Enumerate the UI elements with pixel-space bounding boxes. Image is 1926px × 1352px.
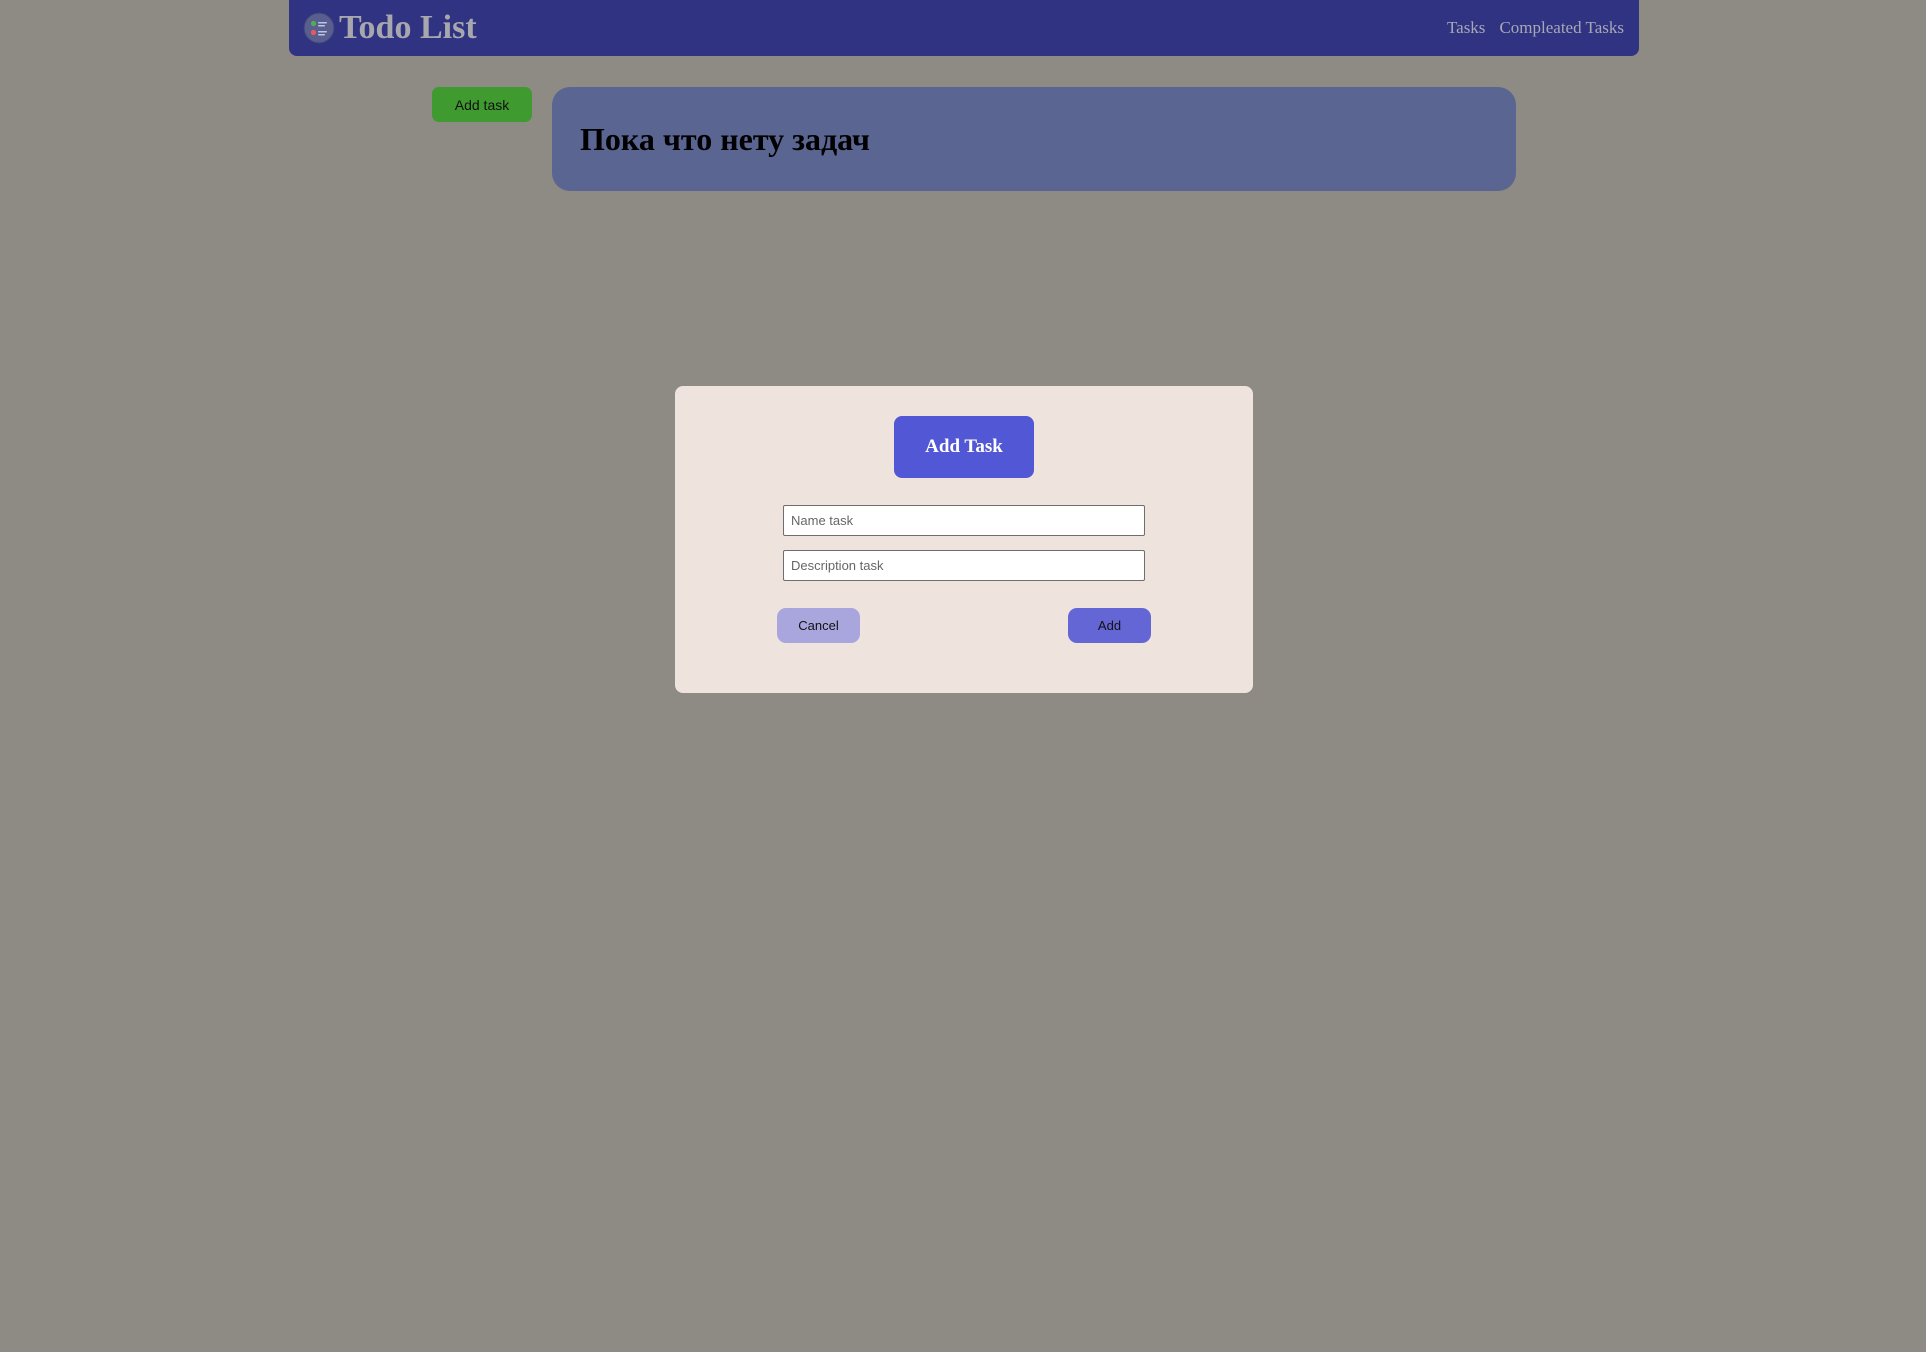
page: Todo List Tasks Compleated Tasks Add tas… [0, 0, 1926, 1352]
app-header: Todo List Tasks Compleated Tasks [289, 0, 1639, 56]
main-nav: Tasks Compleated Tasks [1447, 17, 1624, 39]
nav-link-completed-tasks[interactable]: Compleated Tasks [1499, 17, 1624, 39]
task-description-input[interactable] [783, 550, 1145, 581]
add-task-modal: Add Task Cancel Add [675, 386, 1253, 693]
add-task-button[interactable]: Add task [432, 87, 532, 122]
app-title: Todo List [339, 9, 477, 46]
nav-link-tasks[interactable]: Tasks [1447, 17, 1485, 39]
task-name-input[interactable] [783, 505, 1145, 536]
empty-tasks-message: Пока что нету задач [580, 121, 870, 157]
tasks-panel: Пока что нету задач [552, 87, 1516, 191]
add-button[interactable]: Add [1068, 608, 1151, 643]
todo-list-logo-icon [303, 12, 335, 44]
modal-title: Add Task [894, 416, 1034, 478]
cancel-button[interactable]: Cancel [777, 608, 860, 643]
